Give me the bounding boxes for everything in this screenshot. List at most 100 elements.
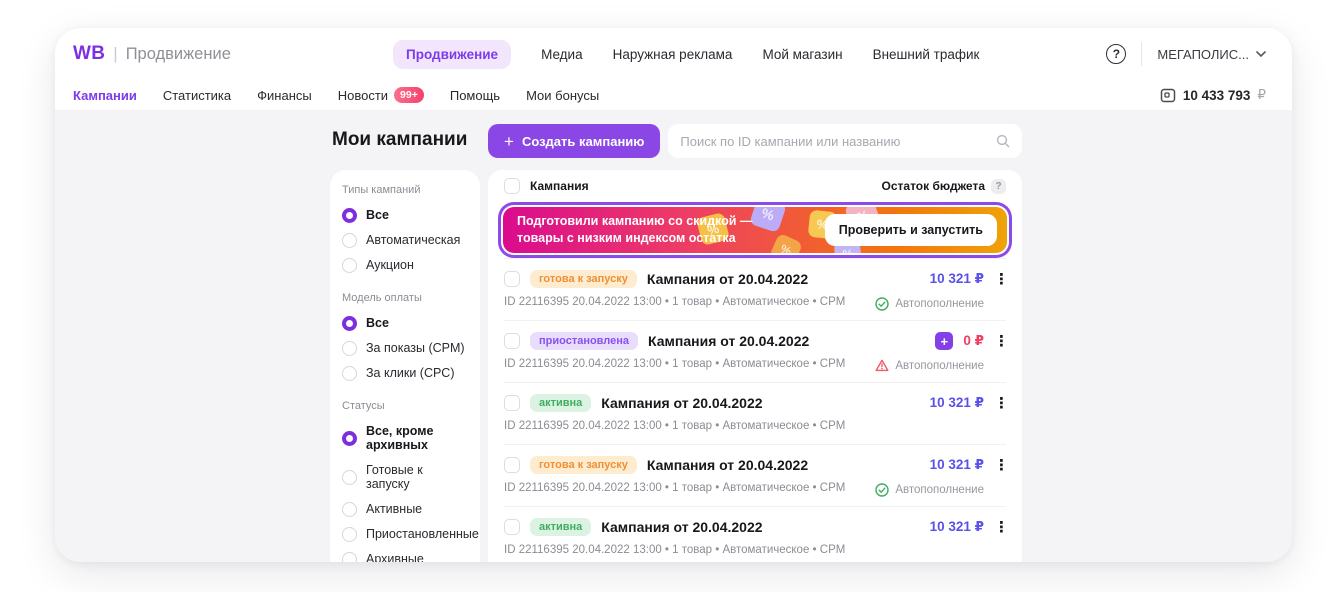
sub-nav-item-label: Финансы (257, 88, 312, 103)
campaign-row[interactable]: приостановленаКампания от 20.04.2022ID 2… (504, 320, 1006, 382)
promo-check-launch-button[interactable]: Проверить и запустить (825, 214, 997, 246)
campaign-row-budget-line: 10 321 ₽⋮ (930, 269, 1006, 289)
radio-icon (342, 502, 357, 517)
autorefill-line: Автопополнение (875, 358, 1006, 373)
kebab-menu-button[interactable]: ⋮ (994, 272, 1006, 287)
select-all-checkbox[interactable] (504, 178, 520, 194)
main-column: + Создать кампанию Кампания Остаток бюдж… (488, 124, 1022, 562)
campaign-row-right: 10 321 ₽⋮ (930, 393, 1006, 435)
sub-nav-item-1[interactable]: Статистика (163, 88, 231, 103)
filter-option[interactable]: Готовые к запуску (342, 458, 468, 497)
campaign-row-main: активнаКампания от 20.04.2022 ID 22116395… (504, 393, 930, 435)
search-input[interactable] (680, 134, 996, 149)
campaign-meta: ID 22116395 20.04.2022 13:00 • 1 товар •… (504, 296, 875, 308)
campaign-row-main: приостановленаКампания от 20.04.2022ID 2… (504, 331, 875, 373)
filter-option[interactable]: Все (342, 203, 468, 228)
radio-icon (342, 470, 357, 485)
campaign-row-right: 10 321 ₽⋮ Автопополнение (875, 455, 1006, 497)
autorefill-line: Автопополнение (875, 296, 1006, 311)
filter-option[interactable]: Активные (342, 497, 468, 522)
promo-banner-text: Подготовили кампанию со скидкой — товары… (517, 213, 752, 248)
top-nav-item-3[interactable]: Мой магазин (762, 47, 842, 62)
wallet-icon (1160, 88, 1176, 103)
wb-logo-mark: WB (73, 43, 105, 65)
list-header: Кампания Остаток бюджета ? (504, 170, 1006, 202)
radio-icon (342, 233, 357, 248)
campaign-title: Кампания от 20.04.2022 (647, 271, 808, 287)
filter-option[interactable]: За показы (CPM) (342, 336, 468, 361)
percent-decoration-icon: % (749, 207, 787, 233)
campaign-row-line1: активнаКампания от 20.04.2022 (504, 393, 930, 413)
budget-help-icon[interactable]: ? (991, 179, 1006, 194)
sub-nav-item-3[interactable]: Новости99+ (338, 87, 424, 104)
campaign-row-budget-line: 10 321 ₽⋮ (930, 455, 1006, 475)
page-title: Мои кампании (332, 129, 480, 155)
top-nav-item-4[interactable]: Внешний трафик (873, 47, 980, 62)
row-checkbox[interactable] (504, 519, 520, 535)
wb-logo[interactable]: WB | Продвижение (73, 43, 323, 65)
search-box (668, 124, 1022, 158)
sub-nav-item-0[interactable]: Кампании (73, 88, 137, 103)
campaign-row[interactable]: активнаКампания от 20.04.2022ID 22116395… (504, 506, 1006, 562)
sub-nav-item-label: Мои бонусы (526, 88, 599, 103)
sub-nav-item-label: Кампании (73, 88, 137, 103)
row-checkbox[interactable] (504, 271, 520, 287)
balance-value: 10 433 793 (1183, 88, 1251, 103)
filter-option[interactable]: Все (342, 311, 468, 336)
filter-option-label: Готовые к запуску (366, 463, 468, 492)
row-checkbox[interactable] (504, 457, 520, 473)
kebab-menu-button[interactable]: ⋮ (994, 520, 1006, 535)
promo-banner[interactable]: % % % % % % Подготовили кампанию со скид… (498, 202, 1012, 258)
filter-option-label: За показы (CPM) (366, 341, 465, 355)
campaign-row[interactable]: активнаКампания от 20.04.2022 ID 22116395… (504, 382, 1006, 444)
balance-widget[interactable]: 10 433 793 ₽ (1160, 87, 1266, 103)
sub-nav: Кампании Статистика Финансы Новости99+ Помощ… (73, 87, 599, 104)
topup-button[interactable]: + (935, 332, 953, 350)
autorefill-line: Автопополнение (875, 482, 1006, 497)
create-campaign-button[interactable]: + Создать кампанию (488, 124, 660, 158)
top-nav-item-2[interactable]: Наружная реклама (613, 47, 733, 62)
radio-icon (342, 527, 357, 542)
filter-option-label: Аукцион (366, 258, 414, 272)
autorefill-label: Автопополнение (895, 298, 984, 310)
row-checkbox[interactable] (504, 395, 520, 411)
account-dropdown[interactable]: МЕГАПОЛИС... (1157, 47, 1266, 62)
campaign-row-line1: готова к запускуКампания от 20.04.2022 (504, 269, 875, 289)
campaign-meta: ID 22116395 20.04.2022 13:00 • 1 товар •… (504, 420, 930, 432)
sub-nav-item-label: Статистика (163, 88, 231, 103)
campaign-row-right: 10 321 ₽⋮ (930, 517, 1006, 559)
filter-option[interactable]: Аукцион (342, 253, 468, 278)
kebab-menu-button[interactable]: ⋮ (994, 396, 1006, 411)
radio-icon (342, 208, 357, 223)
campaign-rows: готова к запускуКампания от 20.04.2022 ID… (504, 258, 1006, 562)
filter-option[interactable]: За клики (CPC) (342, 361, 468, 386)
sub-nav-item-2[interactable]: Финансы (257, 88, 312, 103)
account-name: МЕГАПОЛИС... (1157, 47, 1249, 62)
kebab-menu-button[interactable]: ⋮ (994, 334, 1006, 349)
plus-icon: + (504, 133, 514, 150)
filter-option[interactable]: Все, кроме архивных (342, 419, 468, 458)
filter-option[interactable]: Автоматическая (342, 228, 468, 253)
filter-option[interactable]: Приостановленные (342, 522, 468, 547)
campaign-row-main: готова к запускуКампания от 20.04.2022ID… (504, 455, 875, 497)
campaign-row-right: +0 ₽ ⋮ Автопополнение (875, 331, 1006, 373)
filter-card: Типы кампанийВсеАвтоматическаяАукционМод… (330, 170, 480, 562)
filter-option[interactable]: Архивные (342, 547, 468, 563)
campaign-row[interactable]: готова к запускуКампания от 20.04.2022 ID… (504, 258, 1006, 320)
campaign-meta: ID 22116395 20.04.2022 13:00 • 1 товар •… (504, 482, 875, 494)
top-nav-item-0[interactable]: Продвижение (393, 40, 511, 69)
campaign-title: Кампания от 20.04.2022 (648, 333, 809, 349)
sub-nav-item-4[interactable]: Помощь (450, 88, 500, 103)
top-nav-item-1[interactable]: Медиа (541, 47, 583, 62)
logo-product-name: Продвижение (126, 45, 231, 64)
create-campaign-label: Создать кампанию (522, 134, 644, 149)
sub-nav-item-5[interactable]: Мои бонусы (526, 88, 599, 103)
logo-divider: | (113, 44, 117, 64)
filter-group-label-2: Статусы (342, 400, 468, 412)
campaign-row[interactable]: готова к запускуКампания от 20.04.2022ID… (504, 444, 1006, 506)
row-checkbox[interactable] (504, 333, 520, 349)
help-icon[interactable]: ? (1106, 44, 1126, 64)
percent-decoration-icon: % (769, 233, 803, 253)
budget-amount: 0 ₽ (963, 333, 984, 349)
kebab-menu-button[interactable]: ⋮ (994, 458, 1006, 473)
